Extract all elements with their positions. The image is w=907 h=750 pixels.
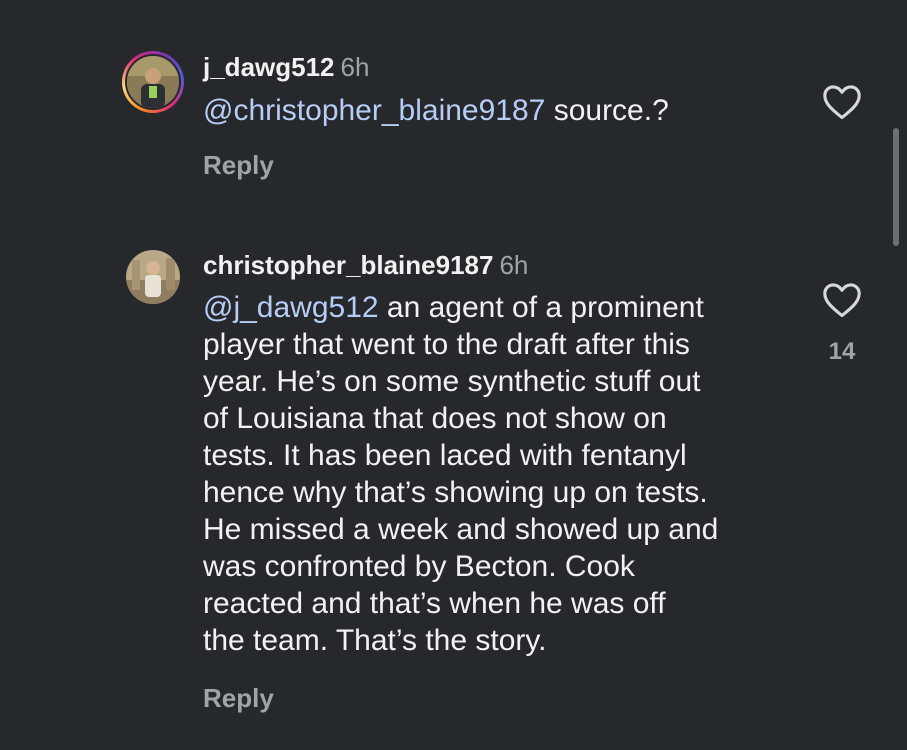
comment-line: was confronted by Becton. Cook bbox=[203, 550, 635, 583]
comment-line: He missed a week and showed up and bbox=[203, 513, 719, 546]
reply-button[interactable]: Reply bbox=[203, 683, 274, 714]
comment-2: christopher_blaine9187 6h @j_dawg512 an a… bbox=[0, 0, 907, 750]
comment-line: tests. It has been laced with fentanyl bbox=[203, 439, 687, 472]
comment-line: player that went to the draft after this bbox=[203, 328, 690, 361]
comment-line: of Louisiana that does not show on bbox=[203, 402, 667, 435]
avatar-christopher-blaine9187[interactable] bbox=[126, 250, 180, 304]
username[interactable]: christopher_blaine9187 bbox=[203, 250, 493, 280]
like-count: 14 bbox=[828, 338, 856, 365]
comment-line: the team. That’s the story. bbox=[203, 624, 547, 657]
mention-link[interactable]: @j_dawg512 bbox=[203, 291, 379, 324]
heart-icon[interactable] bbox=[822, 282, 862, 318]
comment-header: christopher_blaine9187 6h bbox=[203, 250, 528, 280]
avatar-image bbox=[126, 250, 180, 304]
comment-text: @j_dawg512 an agent of a prominent playe… bbox=[203, 289, 803, 659]
comment-line: @j_dawg512 an agent of a prominent bbox=[203, 289, 803, 326]
comment-body-line: an agent of a prominent bbox=[378, 291, 704, 324]
scrollbar-thumb[interactable] bbox=[893, 128, 899, 246]
timestamp: 6h bbox=[499, 250, 529, 280]
comment-line: reacted and that’s when he was off bbox=[203, 587, 666, 620]
comment-line: hence why that’s showing up on tests. bbox=[203, 476, 708, 509]
comment-line: year. He’s on some synthetic stuff out bbox=[203, 365, 701, 398]
